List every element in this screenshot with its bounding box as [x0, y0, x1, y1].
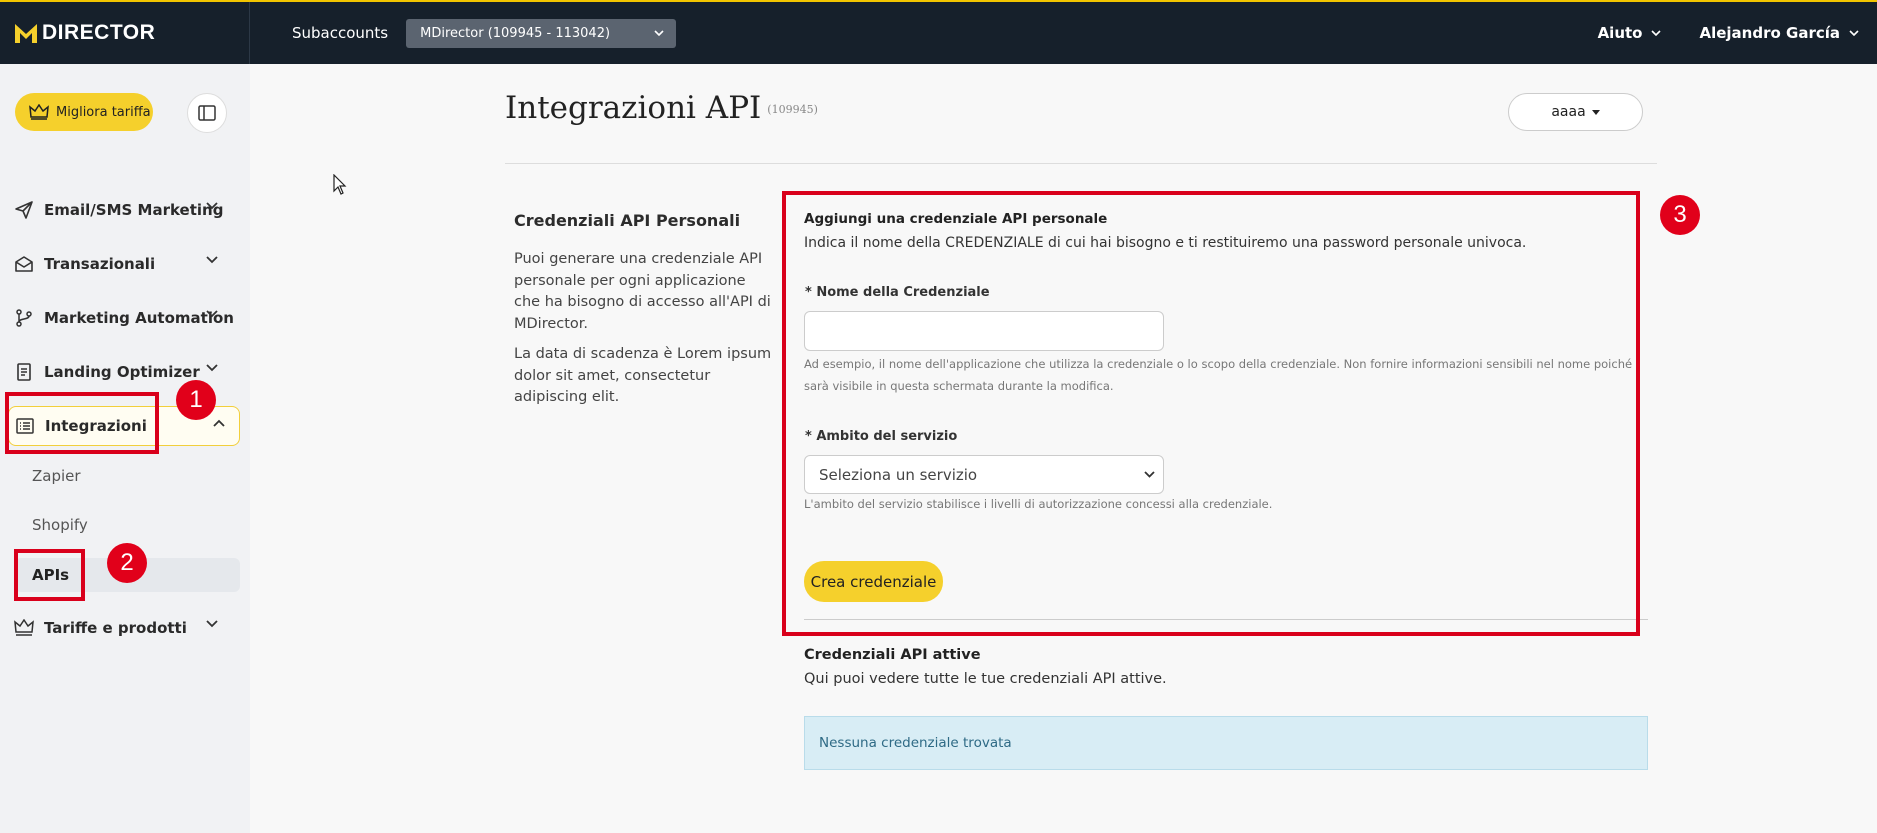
chevron-down-icon [206, 364, 218, 372]
active-credentials-title: Credenziali API attive [804, 647, 981, 663]
caret-down-icon [1591, 109, 1600, 115]
subaccounts-label: Subaccounts [292, 24, 389, 42]
chevron-down-icon [206, 256, 218, 264]
sidebar-item-label: Landing Optimizer [44, 363, 200, 381]
logo-text: DIRECTOR [42, 21, 156, 44]
upgrade-plan-label: Migliora tariffa [56, 104, 151, 120]
account-dropdown-label: aaaa [1551, 104, 1586, 120]
chevron-down-icon [206, 620, 218, 628]
annotation-badge-2: 2 [107, 543, 147, 583]
page-title-id: (109945) [767, 103, 818, 116]
crown-icon [14, 618, 34, 638]
annotation-box-3 [782, 191, 1640, 636]
empty-credentials-alert: Nessuna credenziale trovata [804, 716, 1648, 770]
user-menu[interactable]: Alejandro García [1699, 24, 1859, 42]
section-expiry-note: La data di scadenza è Lorem ipsum dolor … [514, 346, 772, 405]
help-menu-label: Aiuto [1597, 24, 1643, 42]
chevron-down-icon [206, 310, 218, 318]
upgrade-plan-button[interactable]: Migliora tariffa [15, 93, 153, 131]
chevron-down-icon [1849, 30, 1859, 36]
section-title: Credenziali API Personali [514, 211, 741, 230]
sidebar-subitem-zapier[interactable]: Zapier [32, 467, 81, 485]
sidebar-item-tariffe[interactable]: Tariffe e prodotti [0, 608, 240, 648]
subaccount-selected-value: MDirector (109945 - 113042) [420, 25, 611, 41]
user-name: Alejandro García [1699, 24, 1840, 42]
sidebar-subitem-shopify[interactable]: Shopify [32, 516, 88, 534]
collapse-sidebar-button[interactable] [187, 93, 227, 133]
chevron-down-icon [654, 30, 664, 36]
help-menu[interactable]: Aiuto [1598, 24, 1662, 42]
active-credentials-description: Qui puoi vedere tutte le tue credenziali… [804, 671, 1167, 687]
sidebar-item-label: Email/SMS Marketing [44, 201, 224, 219]
logo-m-icon [15, 24, 37, 43]
sidebar-item-transazionali[interactable]: Transazionali [0, 244, 240, 284]
page-title: Integrazioni API (109945) [505, 90, 818, 126]
sidebar-item-label: Transazionali [44, 255, 156, 273]
sidebar-item-marketing-automation[interactable]: Marketing Automation [0, 298, 240, 338]
sidebar-item-email-sms[interactable]: Email/SMS Marketing [0, 190, 240, 230]
page-title-text: Integrazioni API [505, 90, 762, 126]
top-bar: DIRECTOR Subaccounts MDirector (109945 -… [0, 0, 1877, 64]
chevron-down-icon [1651, 30, 1662, 36]
annotation-badge-3: 3 [1660, 195, 1700, 235]
section-description: Puoi generare una credenziale API person… [514, 251, 771, 332]
annotation-badge-1: 1 [176, 380, 216, 420]
header-divider [505, 163, 1657, 164]
chevron-down-icon [206, 202, 218, 210]
mouse-cursor-icon [333, 174, 347, 195]
annotation-box-2 [14, 549, 85, 601]
account-dropdown-button[interactable]: aaaa [1508, 93, 1643, 131]
crown-icon [29, 104, 49, 120]
envelope-icon [14, 254, 34, 274]
chevron-up-icon [213, 419, 225, 427]
document-icon [14, 362, 34, 382]
branch-icon [14, 308, 34, 328]
sidebar-toggle-icon [198, 105, 216, 121]
sidebar-item-label: Tariffe e prodotti [44, 619, 187, 637]
logo[interactable]: DIRECTOR [0, 2, 250, 64]
subaccount-select[interactable]: MDirector (109945 - 113042) [406, 18, 677, 48]
annotation-box-1 [5, 392, 159, 454]
send-icon [14, 200, 34, 220]
